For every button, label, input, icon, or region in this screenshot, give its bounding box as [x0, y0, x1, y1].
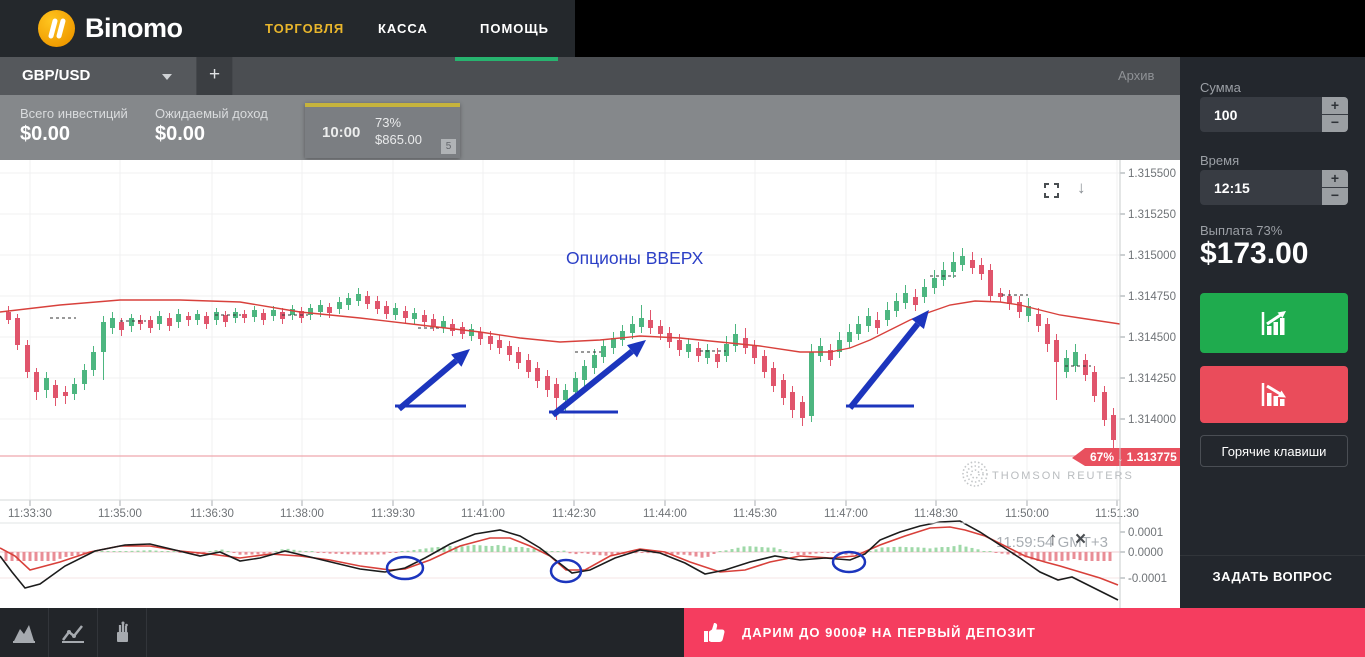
svg-text:11:50:00: 11:50:00	[1005, 508, 1049, 520]
svg-text:1.315000: 1.315000	[1128, 250, 1176, 262]
macd-signal-line	[0, 527, 1118, 585]
svg-text:11:47:00: 11:47:00	[824, 508, 868, 520]
trade-count-badge: 5	[441, 139, 456, 154]
svg-text:11:39:30: 11:39:30	[371, 508, 415, 520]
svg-text:1.315250: 1.315250	[1128, 209, 1176, 221]
chart-type-line-button[interactable]	[49, 608, 98, 657]
macd-histogram	[5, 545, 1112, 561]
svg-text:1.314000: 1.314000	[1128, 414, 1176, 426]
payout-value: $173.00	[1200, 237, 1308, 271]
svg-text:1.314750: 1.314750	[1128, 291, 1176, 303]
chart-down-icon	[1259, 381, 1289, 408]
nav-item-trading[interactable]: ТОРГОВЛЯ	[265, 0, 344, 57]
candles	[6, 248, 1116, 448]
ask-question-button[interactable]: ЗАДАТЬ ВОПРОС	[1180, 569, 1365, 584]
svg-text:THOMSON REUTERS: THOMSON REUTERS	[992, 470, 1134, 482]
binomo-logo[interactable]: Binomo	[38, 10, 183, 47]
svg-text:-0.0001: -0.0001	[1128, 573, 1167, 585]
trade-amount: $865.00	[375, 132, 422, 147]
svg-text:11:51:30: 11:51:30	[1095, 508, 1139, 520]
svg-text:11:35:00: 11:35:00	[98, 508, 142, 520]
trade-info-card[interactable]: 10:00 73% $865.00 5	[305, 103, 460, 158]
top-navbar: Binomo ТОРГОВЛЯ КАССА ПОМОЩЬ	[0, 0, 1365, 57]
fullscreen-icon[interactable]	[1044, 183, 1059, 198]
amount-increase-button[interactable]: +	[1322, 97, 1348, 114]
amount-label: Сумма	[1200, 80, 1241, 95]
crossover-circle	[551, 560, 581, 582]
nav-item-cashier[interactable]: КАССА	[378, 0, 428, 57]
expected-income-value: $0.00	[155, 123, 268, 146]
call-up-button[interactable]	[1200, 293, 1348, 353]
asset-tabstrip: GBP/USD + Архив	[0, 57, 1180, 95]
trade-panel: Сумма + − Время + − Выплата 73% $173.00	[1180, 57, 1365, 608]
svg-text:1.314250: 1.314250	[1128, 373, 1176, 385]
line-chart-icon	[60, 620, 86, 646]
expected-income-stat: Ожидаемый доход $0.00	[155, 106, 268, 146]
time-increase-button[interactable]: +	[1322, 170, 1348, 187]
nav-item-help[interactable]: ПОМОЩЬ	[480, 0, 549, 57]
svg-text:11:48:30: 11:48:30	[914, 508, 958, 520]
indicator-close-icon[interactable]: ×	[1075, 529, 1086, 551]
total-invested-label: Всего инвестиций	[20, 106, 128, 121]
svg-text:1.315500: 1.315500	[1128, 168, 1176, 180]
total-invested-stat: Всего инвестиций $0.00	[20, 106, 128, 146]
svg-text:11:38:00: 11:38:00	[280, 508, 324, 520]
bottom-toolbar: ДАРИМ ДО 9000₽ НА ПЕРВЫЙ ДЕПОЗИТ	[0, 608, 1365, 657]
chart-region: 11:33:30 11:35:00 11:36:30 11:38:00 11:39:30…	[0, 160, 1180, 608]
time-decrease-button[interactable]: −	[1322, 188, 1348, 205]
chart-type-area-button[interactable]	[0, 608, 49, 657]
hotkeys-button[interactable]: Горячие клавиши	[1200, 435, 1348, 467]
svg-text:11:41:00: 11:41:00	[461, 508, 505, 520]
deposit-promo-banner[interactable]: ДАРИМ ДО 9000₽ НА ПЕРВЫЙ ДЕПОЗИТ	[684, 608, 1365, 657]
svg-text:1.314500: 1.314500	[1128, 332, 1176, 344]
chevron-down-icon	[162, 74, 172, 80]
area-chart-icon	[11, 620, 37, 646]
trade-time: 10:00	[322, 124, 360, 141]
binomo-logo-icon	[38, 10, 75, 47]
svg-text:0.0000: 0.0000	[1128, 547, 1163, 559]
asset-pair-label: GBP/USD	[22, 67, 90, 84]
svg-text:11:33:30: 11:33:30	[8, 508, 52, 520]
expected-income-label: Ожидаемый доход	[155, 106, 268, 121]
amount-decrease-button[interactable]: −	[1322, 115, 1348, 132]
scroll-down-icon[interactable]: ↓	[1077, 178, 1086, 198]
sidebar-divider	[1180, 555, 1365, 556]
time-stepper: + −	[1322, 170, 1348, 205]
archive-link[interactable]: Архив	[1118, 57, 1154, 95]
asset-pair-dropdown[interactable]: GBP/USD	[0, 57, 196, 95]
svg-text:11:42:30: 11:42:30	[552, 508, 596, 520]
svg-text:11:44:00: 11:44:00	[643, 508, 687, 520]
crossover-circle	[833, 552, 865, 572]
svg-text:0.0001: 0.0001	[1128, 527, 1163, 539]
time-label: Время	[1200, 153, 1239, 168]
svg-text:11:36:30: 11:36:30	[190, 508, 234, 520]
pencil-cup-icon	[109, 620, 135, 646]
trading-app: Binomo ТОРГОВЛЯ КАССА ПОМОЩЬ GBP/USD + А…	[0, 0, 1365, 657]
indicator-collapse-icon[interactable]: ↑	[1048, 529, 1058, 551]
chart-annotation: Опционы ВВЕРХ	[566, 248, 704, 268]
trade-percent: 73%	[375, 115, 401, 130]
brand-name: Binomo	[85, 13, 183, 44]
svg-text:67% ↓ 1.313775: 67% ↓ 1.313775	[1090, 450, 1177, 464]
svg-text:11:45:30: 11:45:30	[733, 508, 777, 520]
amount-stepper: + −	[1322, 97, 1348, 132]
price-chart[interactable]: 11:33:30 11:35:00 11:36:30 11:38:00 11:39:30…	[0, 160, 1180, 608]
navbar-black-panel	[575, 0, 1365, 57]
add-asset-tab-button[interactable]: +	[196, 57, 233, 95]
stats-bar: Всего инвестиций $0.00 Ожидаемый доход $…	[0, 95, 1180, 160]
banner-text: ДАРИМ ДО 9000₽ НА ПЕРВЫЙ ДЕПОЗИТ	[742, 625, 1036, 641]
payout-label: Выплата 73%	[1200, 223, 1282, 238]
drawing-tools-button[interactable]	[98, 608, 147, 657]
put-down-button[interactable]	[1200, 366, 1348, 423]
active-nav-underline	[455, 57, 558, 61]
total-invested-value: $0.00	[20, 123, 128, 146]
thumbs-up-icon	[702, 620, 728, 646]
chart-up-icon	[1259, 310, 1289, 337]
